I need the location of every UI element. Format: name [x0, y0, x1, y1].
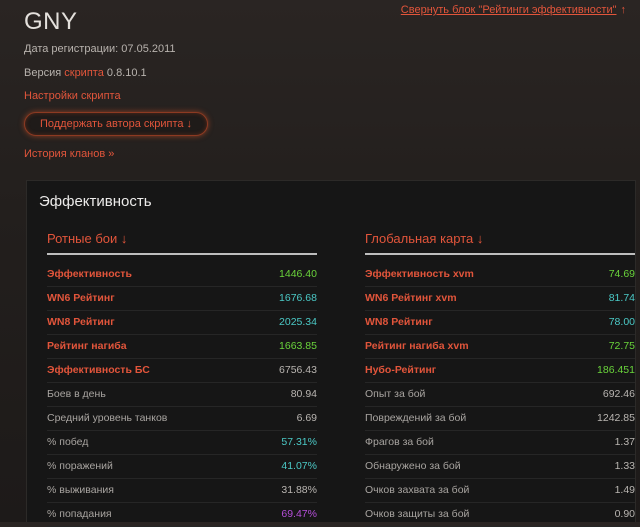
global-map-column: Глобальная карта ↓ Эффективность xvm 74.6… — [365, 229, 635, 527]
support-author-button[interactable]: Поддержать автора скрипта ↓ — [24, 112, 208, 136]
stat-row: Боев в день 80.94 — [47, 383, 317, 407]
registration-date: Дата регистрации: 07.05.2011 — [24, 43, 176, 55]
stat-label: Боев в день — [47, 388, 106, 400]
stat-label: Очков защиты за бой — [365, 508, 470, 520]
company-battles-rows: Эффективность 1446.40 WN6 Рейтинг 1676.68 WN… — [47, 263, 317, 527]
stat-row: Очков захвата за бой 1.49 — [365, 479, 635, 503]
stat-value: 41.07% — [281, 460, 317, 472]
stat-row: Эффективность xvm 74.69 — [365, 263, 635, 287]
stat-label: % попадания — [47, 508, 112, 520]
stat-value: 692.46 — [602, 388, 635, 400]
stat-value: 69.47% — [281, 508, 317, 520]
collapse-ratings-link[interactable]: Свернуть блок "Рейтинги эффективности" ↑ — [401, 4, 626, 16]
stat-value: 1.33 — [614, 460, 635, 472]
stat-label: Средний уровень танков — [47, 412, 168, 424]
arrow-up-icon: ↑ — [620, 4, 627, 16]
stat-row: % выживания 31.88% — [47, 479, 317, 503]
stat-label: Нубо-Рейтинг — [365, 364, 437, 376]
stat-label: Эффективность xvm — [365, 268, 474, 280]
script-link[interactable]: скрипта — [64, 67, 104, 79]
stat-value: 6756.43 — [279, 364, 317, 376]
version-number: 0.8.10.1 — [106, 67, 147, 79]
stat-value: 81.74 — [608, 292, 635, 304]
efficiency-panel: Эффективность Ротные бои ↓ Эффективность… — [26, 180, 636, 527]
stat-row: % побед 57.31% — [47, 431, 317, 455]
stat-row: % попадания 69.47% — [47, 503, 317, 527]
stat-label: Повреждений за бой — [365, 412, 467, 424]
stat-value: 0.90 — [614, 508, 635, 520]
stat-value: 1.37 — [614, 436, 635, 448]
stat-value: 72.75 — [608, 340, 635, 352]
company-battles-column: Ротные бои ↓ Эффективность 1446.40 WN6 Рей… — [47, 229, 317, 527]
stat-row: Фрагов за бой 1.37 — [365, 431, 635, 455]
stat-value: 186.451 — [597, 364, 635, 376]
clan-history-link[interactable]: История кланов » — [24, 148, 114, 160]
stat-label: Рейтинг нагиба xvm — [365, 340, 469, 352]
stat-row: Обнаружено за бой 1.33 — [365, 455, 635, 479]
profile-header: GNY Свернуть блок "Рейтинги эффективност… — [0, 0, 640, 180]
stat-value: 74.69 — [608, 268, 635, 280]
script-settings-link[interactable]: Настройки скрипта — [24, 90, 121, 102]
stat-row: WN8 Рейтинг 2025.34 — [47, 311, 317, 335]
stat-label: WN8 Рейтинг — [47, 316, 115, 328]
stat-value: 6.69 — [296, 412, 317, 424]
stat-row: WN8 Рейтинг 78.00 — [365, 311, 635, 335]
script-version: Версия скрипта 0.8.10.1 — [24, 67, 147, 79]
stat-label: Эффективность — [47, 268, 132, 280]
stat-row: WN6 Рейтинг xvm 81.74 — [365, 287, 635, 311]
stat-row: Рейтинг нагиба xvm 72.75 — [365, 335, 635, 359]
stat-row: Повреждений за бой 1242.85 — [365, 407, 635, 431]
stat-label: Фрагов за бой — [365, 436, 434, 448]
stat-value: 2025.34 — [279, 316, 317, 328]
stat-row: Нубо-Рейтинг 186.451 — [365, 359, 635, 383]
stat-row: Эффективность БС 6756.43 — [47, 359, 317, 383]
username: GNY — [24, 8, 78, 35]
stat-value: 78.00 — [608, 316, 635, 328]
stat-row: Средний уровень танков 6.69 — [47, 407, 317, 431]
panel-title: Эффективность — [39, 193, 152, 210]
version-prefix: Версия — [24, 67, 62, 79]
stat-label: % выживания — [47, 484, 114, 496]
global-map-heading[interactable]: Глобальная карта ↓ — [365, 229, 635, 255]
stat-row: Очков защиты за бой 0.90 — [365, 503, 635, 527]
stat-value: 31.88% — [281, 484, 317, 496]
stat-row: Рейтинг нагиба 1663.85 — [47, 335, 317, 359]
stat-row: Эффективность 1446.40 — [47, 263, 317, 287]
stat-value: 1.49 — [614, 484, 635, 496]
global-map-rows: Эффективность xvm 74.69 WN6 Рейтинг xvm 81.… — [365, 263, 635, 527]
stat-label: Обнаружено за бой — [365, 460, 461, 472]
stat-row: Опыт за бой 692.46 — [365, 383, 635, 407]
stat-label: WN6 Рейтинг xvm — [365, 292, 457, 304]
stat-label: WN8 Рейтинг — [365, 316, 433, 328]
stat-label: WN6 Рейтинг — [47, 292, 115, 304]
stat-label: Эффективность БС — [47, 364, 150, 376]
stat-value: 1676.68 — [279, 292, 317, 304]
stat-label: Опыт за бой — [365, 388, 426, 400]
stat-label: Очков захвата за бой — [365, 484, 470, 496]
stat-value: 57.31% — [281, 436, 317, 448]
stat-value: 1663.85 — [279, 340, 317, 352]
stat-row: % поражений 41.07% — [47, 455, 317, 479]
company-battles-heading[interactable]: Ротные бои ↓ — [47, 229, 317, 255]
stat-value: 80.94 — [290, 388, 317, 400]
stat-value: 1242.85 — [597, 412, 635, 424]
stat-label: % побед — [47, 436, 89, 448]
stat-label: Рейтинг нагиба — [47, 340, 127, 352]
stat-value: 1446.40 — [279, 268, 317, 280]
stat-row: WN6 Рейтинг 1676.68 — [47, 287, 317, 311]
collapse-ratings-label[interactable]: Свернуть блок "Рейтинги эффективности" — [401, 4, 617, 16]
stat-label: % поражений — [47, 460, 113, 472]
